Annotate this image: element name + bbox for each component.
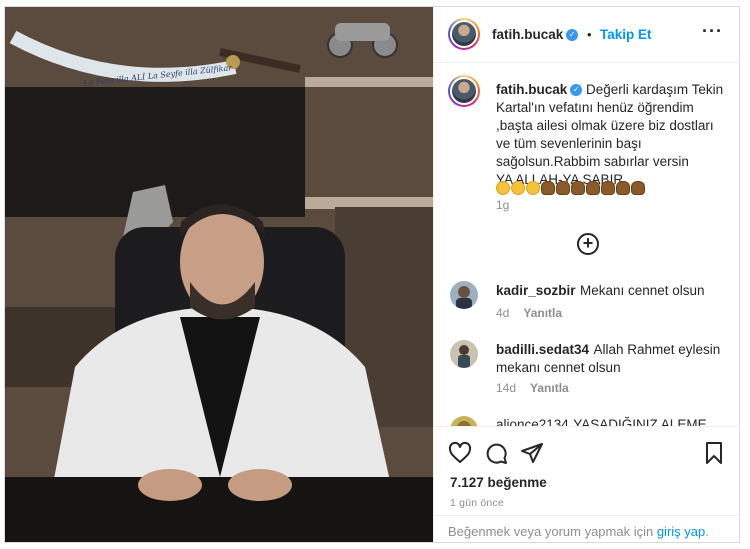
comment-meta: 14d Yanıtla — [496, 381, 569, 395]
login-prompt-text: Beğenmek veya yorum yapmak için — [448, 524, 654, 539]
post-header: fatih.bucak ✓ • Takip Et ··· — [434, 7, 739, 63]
praying-hands-emoji-icon — [571, 180, 585, 195]
commenter-avatar[interactable] — [450, 281, 478, 309]
photo-illustration — [5, 7, 433, 542]
comment-item-clipped: alionce2134 YAŞADIĞINIZ ALEME — [434, 412, 739, 426]
login-prompt-bar: Beğenmek veya yorum yapmak için giriş ya… — [434, 515, 739, 542]
post-modal: La Feta illa ALİ La Seyfe illa Zülfikar … — [4, 6, 740, 543]
post-photo[interactable]: La Feta illa ALİ La Seyfe illa Zülfikar — [5, 7, 433, 542]
praying-hands-emoji-icon — [631, 180, 645, 195]
praying-hands-emoji-icon — [556, 180, 570, 195]
comment-username[interactable]: kadir_sozbir — [496, 283, 576, 298]
header-separator: • — [587, 27, 592, 42]
post-sidebar: fatih.bucak ✓ • Takip Et ··· fatih.bucak ✓… — [433, 7, 739, 542]
caption-username[interactable]: fatih.bucak — [496, 82, 567, 97]
caption-avatar[interactable] — [448, 75, 480, 107]
action-bar: 7.127 beğenme 1 gün önce Beğenmek veya y… — [434, 426, 739, 542]
comment-username[interactable]: badilli.sedat34 — [496, 342, 589, 357]
comment-time[interactable]: 14d — [496, 381, 516, 395]
share-icon[interactable] — [520, 441, 544, 470]
caption-line-2: Kartal'ın vefatını henüz öğrendim — [496, 100, 694, 115]
praying-hands-emoji-icon — [541, 180, 555, 195]
caption-time: 1g — [496, 198, 510, 212]
comment-time[interactable]: 4d — [496, 306, 509, 320]
praying-hands-emoji-icon — [586, 180, 600, 195]
caption-line-3: ,başta ailesi olmak üzere biz dostları — [496, 118, 714, 133]
commenter-avatar[interactable] — [450, 416, 478, 426]
author-username[interactable]: fatih.bucak ✓ — [492, 27, 579, 42]
reply-button[interactable]: Yanıtla — [530, 381, 569, 395]
author-avatar[interactable] — [448, 18, 480, 50]
follow-button[interactable]: Takip Et — [600, 27, 652, 42]
post-timestamp[interactable]: 1 gün önce — [450, 497, 504, 509]
comment-item: badilli.sedat34 Allah Rahmet eylesin mek… — [496, 341, 726, 377]
login-prompt-suffix: . — [705, 524, 709, 539]
comment-item: kadir_sozbir Mekanı cennet olsun — [496, 282, 726, 300]
likes-count[interactable]: 7.127 beğenme — [450, 475, 547, 490]
comment-username[interactable]: alionce2134 — [496, 417, 569, 426]
commenter-avatar[interactable] — [450, 340, 478, 368]
login-prompt: Beğenmek veya yorum yapmak için giriş ya… — [448, 524, 709, 539]
praying-hands-emoji-icon — [616, 180, 630, 195]
sad-face-emoji-icon — [496, 180, 510, 195]
caption-emojis — [496, 180, 646, 195]
post-caption: fatih.bucak ✓ Değerli kardaşım Tekin Kart… — [496, 81, 726, 189]
comment-icon[interactable] — [484, 441, 508, 470]
caption-line-1: Değerli kardaşım Tekin — [586, 82, 724, 97]
login-link[interactable]: giriş yap — [657, 524, 705, 539]
comment-text: Mekanı cennet olsun — [579, 283, 705, 298]
praying-hands-emoji-icon — [601, 180, 615, 195]
author-name-text[interactable]: fatih.bucak — [492, 27, 563, 42]
caption-line-5: sağolsun.Rabbim sabırlar versin — [496, 154, 689, 169]
reply-button[interactable]: Yanıtla — [523, 306, 562, 320]
sad-face-emoji-icon — [511, 180, 525, 195]
more-options-icon[interactable]: ··· — [702, 21, 723, 42]
heart-icon[interactable] — [448, 441, 472, 470]
comment-meta: 4d Yanıtla — [496, 306, 562, 320]
comment-text: YAŞADIĞINIZ ALEME — [573, 417, 707, 426]
bookmark-icon[interactable] — [702, 441, 726, 470]
sad-face-emoji-icon — [526, 180, 540, 195]
verified-badge-icon: ✓ — [570, 84, 583, 97]
verified-badge-icon: ✓ — [566, 29, 579, 42]
caption-line-4: ve tüm sevenlerinin başı — [496, 136, 642, 151]
plus-circle-icon[interactable]: + — [577, 233, 599, 255]
